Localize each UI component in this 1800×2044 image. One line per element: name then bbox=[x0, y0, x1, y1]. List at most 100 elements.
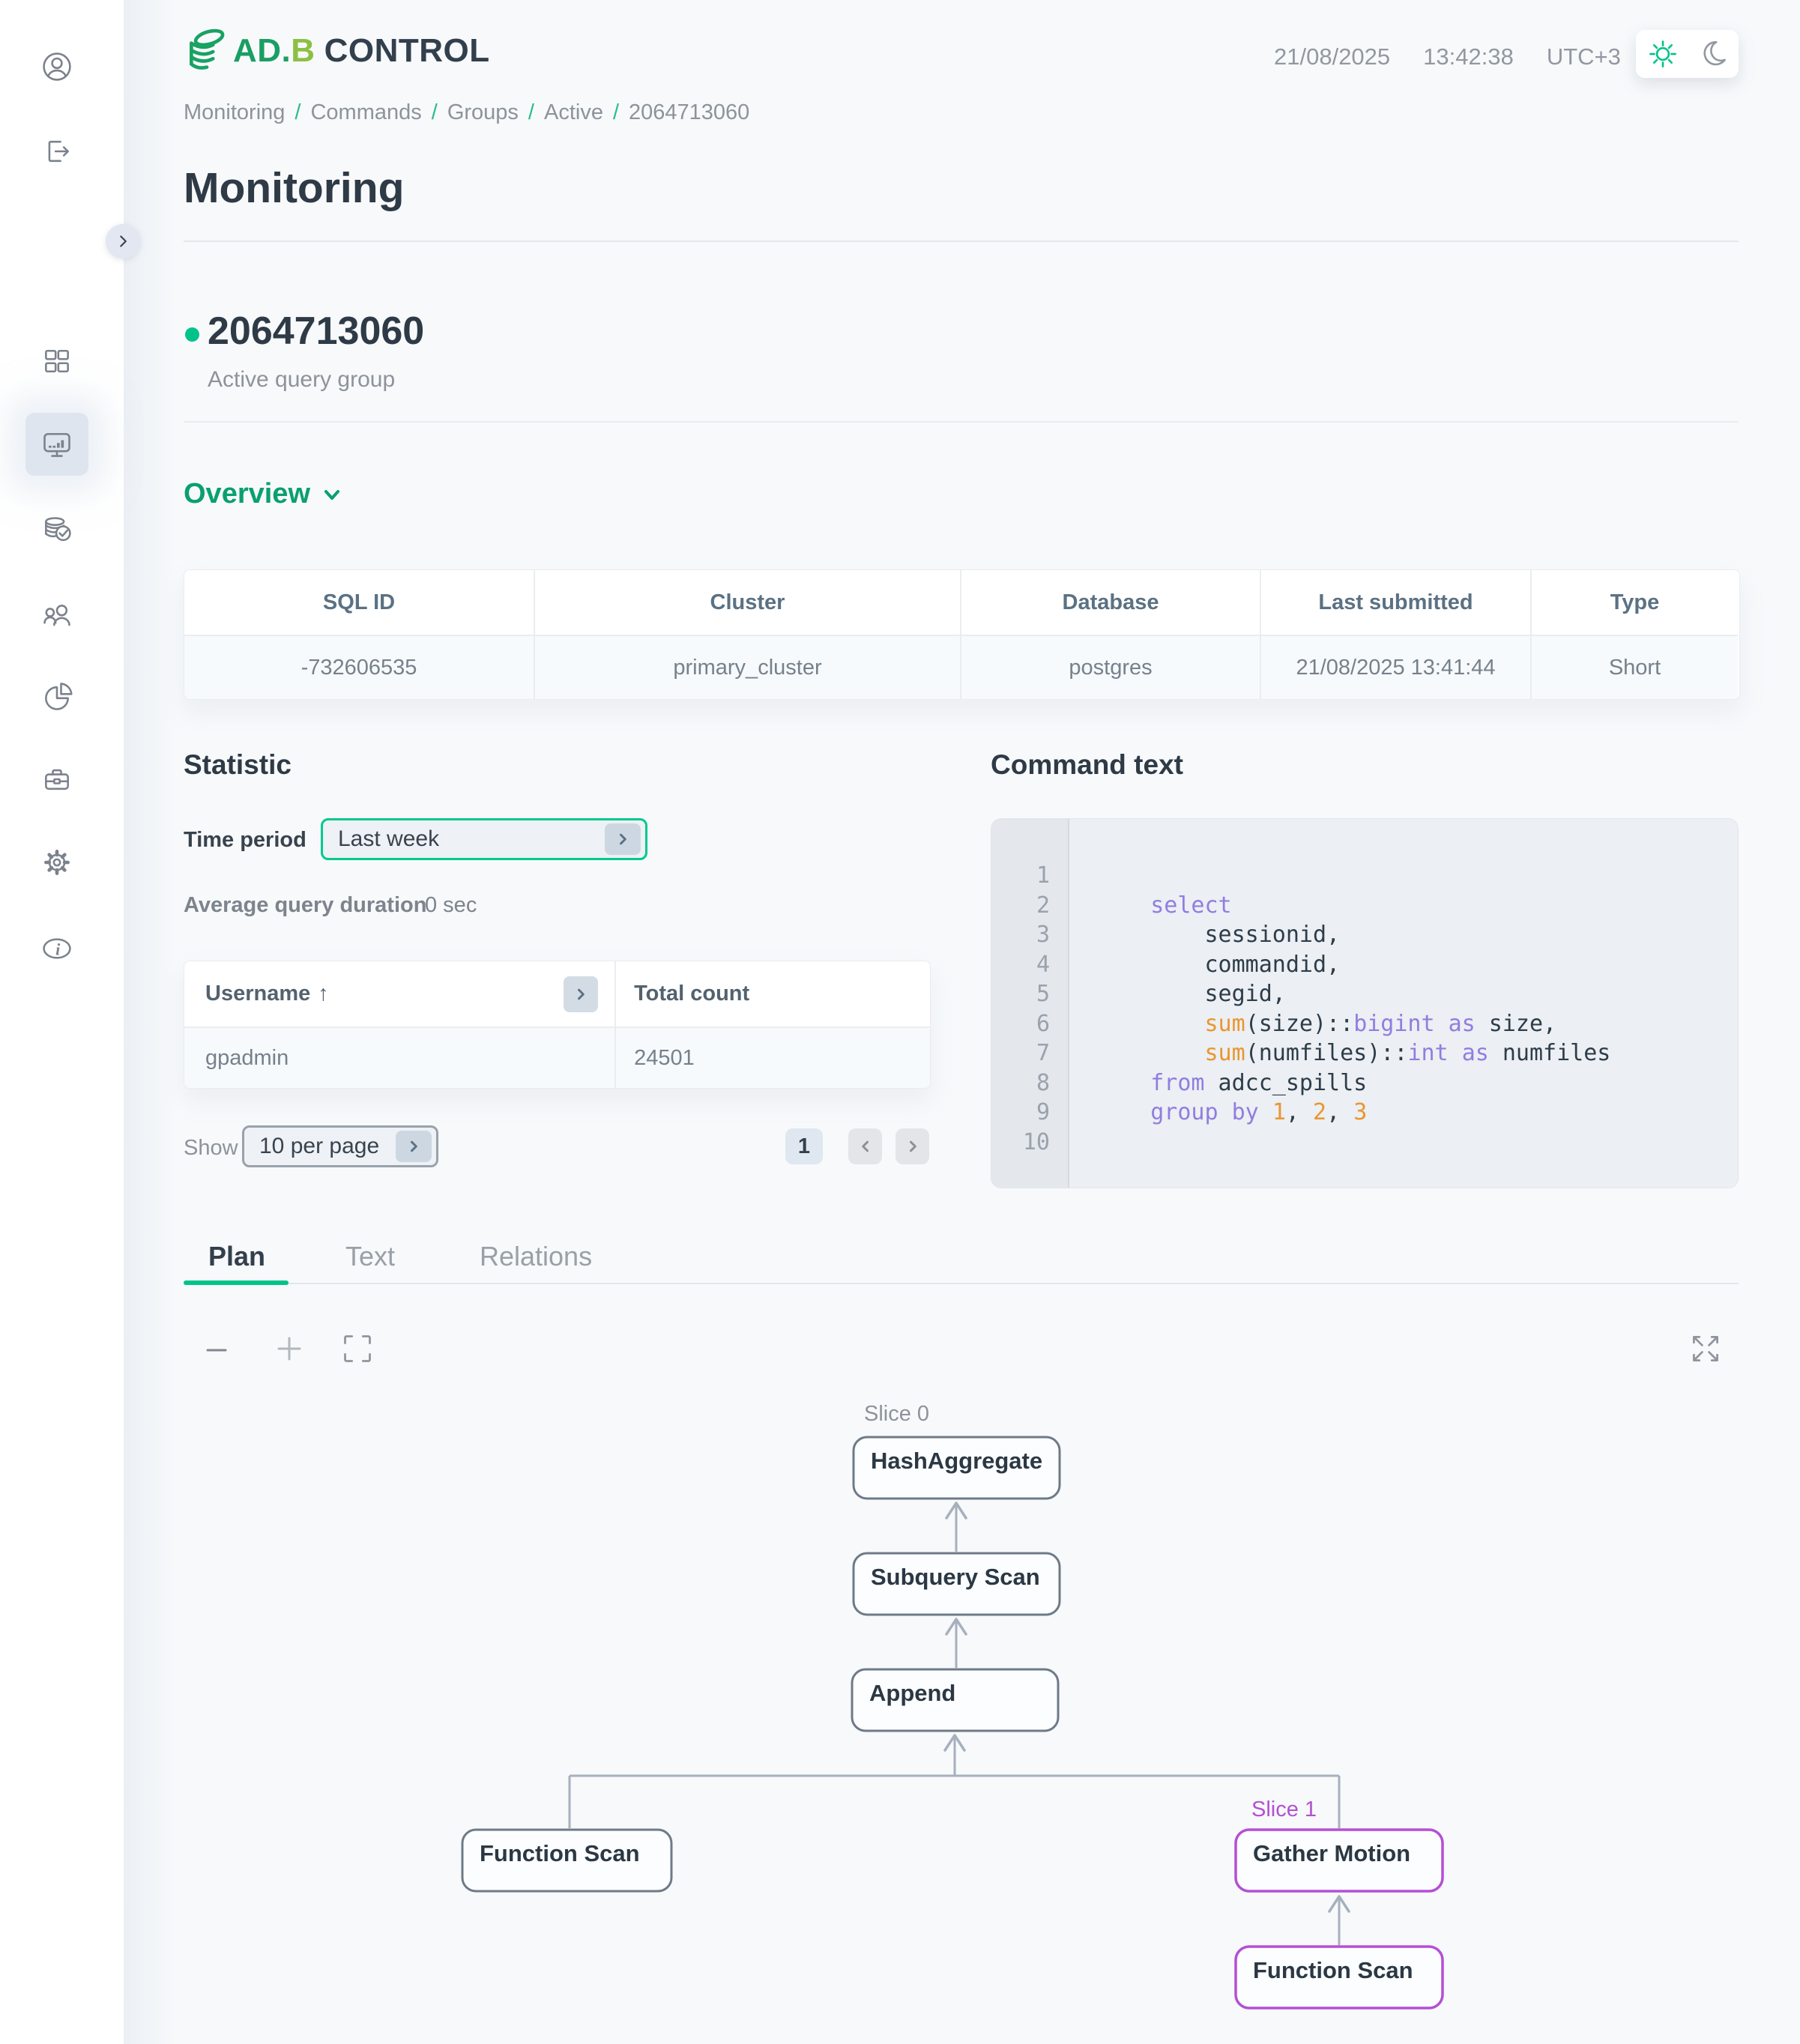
overview-table: SQL ID Cluster Database Last submitted T… bbox=[184, 569, 1740, 700]
code-line: group by 1, 2, 3 bbox=[1096, 1098, 1738, 1128]
plan-node-function-scan-left[interactable]: Function Scan bbox=[462, 1830, 671, 1891]
column-header-sql-id: SQL ID bbox=[184, 570, 535, 635]
sidebar-item-monitoring[interactable] bbox=[40, 428, 73, 461]
code-line: segid, bbox=[1096, 979, 1738, 1009]
svg-text:Append: Append bbox=[869, 1680, 955, 1706]
query-plan-diagram: Slice 0 Slice 1 HashAggregate Subquery S… bbox=[0, 1386, 1800, 2044]
time-period-label: Time period bbox=[184, 828, 306, 853]
query-group-subtitle: Active query group bbox=[208, 367, 395, 393]
cell-last-submitted: 21/08/2025 13:41:44 bbox=[1261, 635, 1532, 699]
code-line-number: 8 bbox=[991, 1068, 1068, 1098]
tab-text[interactable]: Text bbox=[345, 1241, 395, 1272]
breadcrumb-monitoring[interactable]: Monitoring bbox=[184, 100, 285, 125]
plan-node-function-scan-right[interactable]: Function Scan bbox=[1236, 1947, 1443, 2008]
code-line-number: 3 bbox=[991, 920, 1068, 950]
header-divider bbox=[184, 241, 1739, 242]
active-status-dot bbox=[185, 327, 199, 342]
avg-duration-label: Average query duration bbox=[184, 893, 426, 918]
chevron-right-icon bbox=[905, 1139, 920, 1154]
column-header-database: Database bbox=[961, 570, 1261, 635]
logout-icon[interactable] bbox=[40, 135, 73, 168]
sidebar-item-info[interactable]: i bbox=[40, 932, 73, 965]
sidebar-expand-button[interactable] bbox=[106, 224, 140, 258]
sidebar-item-reports[interactable] bbox=[40, 680, 73, 713]
chevron-right-icon bbox=[113, 232, 133, 251]
per-page-select[interactable]: 10 per page bbox=[242, 1125, 438, 1167]
fit-view-button[interactable] bbox=[341, 1332, 374, 1369]
header-clock: 21/08/2025 13:42:38 UTC+3 bbox=[1274, 43, 1621, 70]
plan-node-gather-motion[interactable]: Gather Motion bbox=[1236, 1830, 1443, 1891]
logo-text-secondary: B bbox=[291, 32, 315, 69]
chevron-right-icon bbox=[615, 832, 630, 847]
fullscreen-button[interactable] bbox=[1689, 1332, 1722, 1369]
dark-theme-moon-icon[interactable] bbox=[1697, 38, 1728, 70]
code-line-number: 7 bbox=[991, 1038, 1068, 1068]
cell-sql-id: -732606535 bbox=[184, 635, 535, 699]
code-line: sum(numfiles)::int as numfiles bbox=[1096, 1038, 1738, 1068]
time-period-select[interactable]: Last week bbox=[321, 818, 647, 860]
breadcrumb-commands[interactable]: Commands bbox=[310, 100, 421, 125]
breadcrumb-groups[interactable]: Groups bbox=[447, 100, 519, 125]
tab-plan[interactable]: Plan bbox=[208, 1241, 265, 1272]
plan-node-subquery-scan[interactable]: Subquery Scan bbox=[854, 1553, 1060, 1615]
sidebar-item-queries[interactable] bbox=[40, 514, 73, 547]
code-line: sum(size)::bigint as size, bbox=[1096, 1009, 1738, 1039]
breadcrumb-separator: / bbox=[432, 100, 438, 125]
sidebar-item-jobs[interactable] bbox=[40, 763, 73, 796]
user-profile-icon[interactable] bbox=[40, 50, 73, 83]
pagination-next-button[interactable] bbox=[896, 1128, 929, 1164]
sidebar-item-settings[interactable] bbox=[40, 846, 73, 879]
username-expand-button[interactable] bbox=[564, 976, 598, 1012]
command-text-code-block: 12345678910 select sessionid, commandid,… bbox=[991, 818, 1739, 1188]
code-line-number: 2 bbox=[991, 891, 1068, 921]
app-logo[interactable]: AD.BCONTROL bbox=[182, 25, 490, 76]
code-line bbox=[1096, 1128, 1738, 1158]
plan-node-hashaggregate[interactable]: HashAggregate bbox=[854, 1437, 1060, 1499]
code-line: select bbox=[1096, 891, 1738, 921]
pagination-prev-button[interactable] bbox=[848, 1128, 882, 1164]
pagination-page-1[interactable]: 1 bbox=[785, 1128, 823, 1164]
users-table: Username ↑ Total count gpadmin 24501 bbox=[184, 961, 931, 1089]
plan-node-append[interactable]: Append bbox=[852, 1669, 1058, 1731]
code-gutter: 12345678910 bbox=[991, 819, 1069, 1188]
plus-icon bbox=[273, 1332, 306, 1365]
users-table-row: gpadmin 24501 bbox=[184, 1026, 930, 1088]
per-page-chevron-button[interactable] bbox=[396, 1131, 432, 1162]
svg-text:HashAggregate: HashAggregate bbox=[871, 1448, 1042, 1474]
slice-0-label: Slice 0 bbox=[864, 1402, 929, 1426]
users-table-header: Username ↑ Total count bbox=[184, 961, 930, 1026]
breadcrumb-group-id[interactable]: 2064713060 bbox=[629, 100, 749, 125]
zoom-out-button[interactable] bbox=[203, 1337, 230, 1367]
code-line: from adcc_spills bbox=[1096, 1068, 1738, 1098]
overview-section-toggle[interactable]: Overview bbox=[184, 478, 343, 510]
overview-table-header: SQL ID Cluster Database Last submitted T… bbox=[184, 570, 1739, 635]
breadcrumb-separator: / bbox=[528, 100, 534, 125]
sidebar-item-users[interactable] bbox=[40, 600, 73, 633]
section-divider bbox=[184, 421, 1739, 423]
zoom-in-button[interactable] bbox=[273, 1332, 306, 1369]
tab-relations[interactable]: Relations bbox=[480, 1241, 592, 1272]
code-line bbox=[1096, 861, 1738, 891]
cell-database: postgres bbox=[961, 635, 1261, 699]
code-line-number: 6 bbox=[991, 1009, 1068, 1039]
statistic-title: Statistic bbox=[184, 749, 292, 781]
column-header-username[interactable]: Username ↑ bbox=[184, 961, 616, 1026]
code-line: sessionid, bbox=[1096, 920, 1738, 950]
light-theme-sun-icon[interactable] bbox=[1647, 38, 1679, 70]
slice-1-label: Slice 1 bbox=[1251, 1797, 1317, 1821]
chevron-right-icon bbox=[573, 987, 588, 1002]
show-label: Show bbox=[184, 1136, 238, 1161]
active-tab-underline bbox=[184, 1280, 289, 1285]
code-line-number: 4 bbox=[991, 950, 1068, 980]
time-period-chevron-button[interactable] bbox=[605, 823, 641, 855]
svg-text:Function Scan: Function Scan bbox=[480, 1840, 640, 1866]
code-line-number: 1 bbox=[991, 861, 1068, 891]
breadcrumb-active[interactable]: Active bbox=[544, 100, 603, 125]
cell-username: gpadmin bbox=[184, 1028, 616, 1088]
sort-ascending-icon: ↑ bbox=[318, 982, 329, 1006]
database-logo-icon bbox=[182, 25, 232, 76]
sidebar-item-dashboard[interactable] bbox=[40, 345, 73, 378]
breadcrumb-separator: / bbox=[613, 100, 619, 125]
time-period-value: Last week bbox=[323, 826, 439, 852]
query-group-id: 2064713060 bbox=[208, 309, 424, 354]
